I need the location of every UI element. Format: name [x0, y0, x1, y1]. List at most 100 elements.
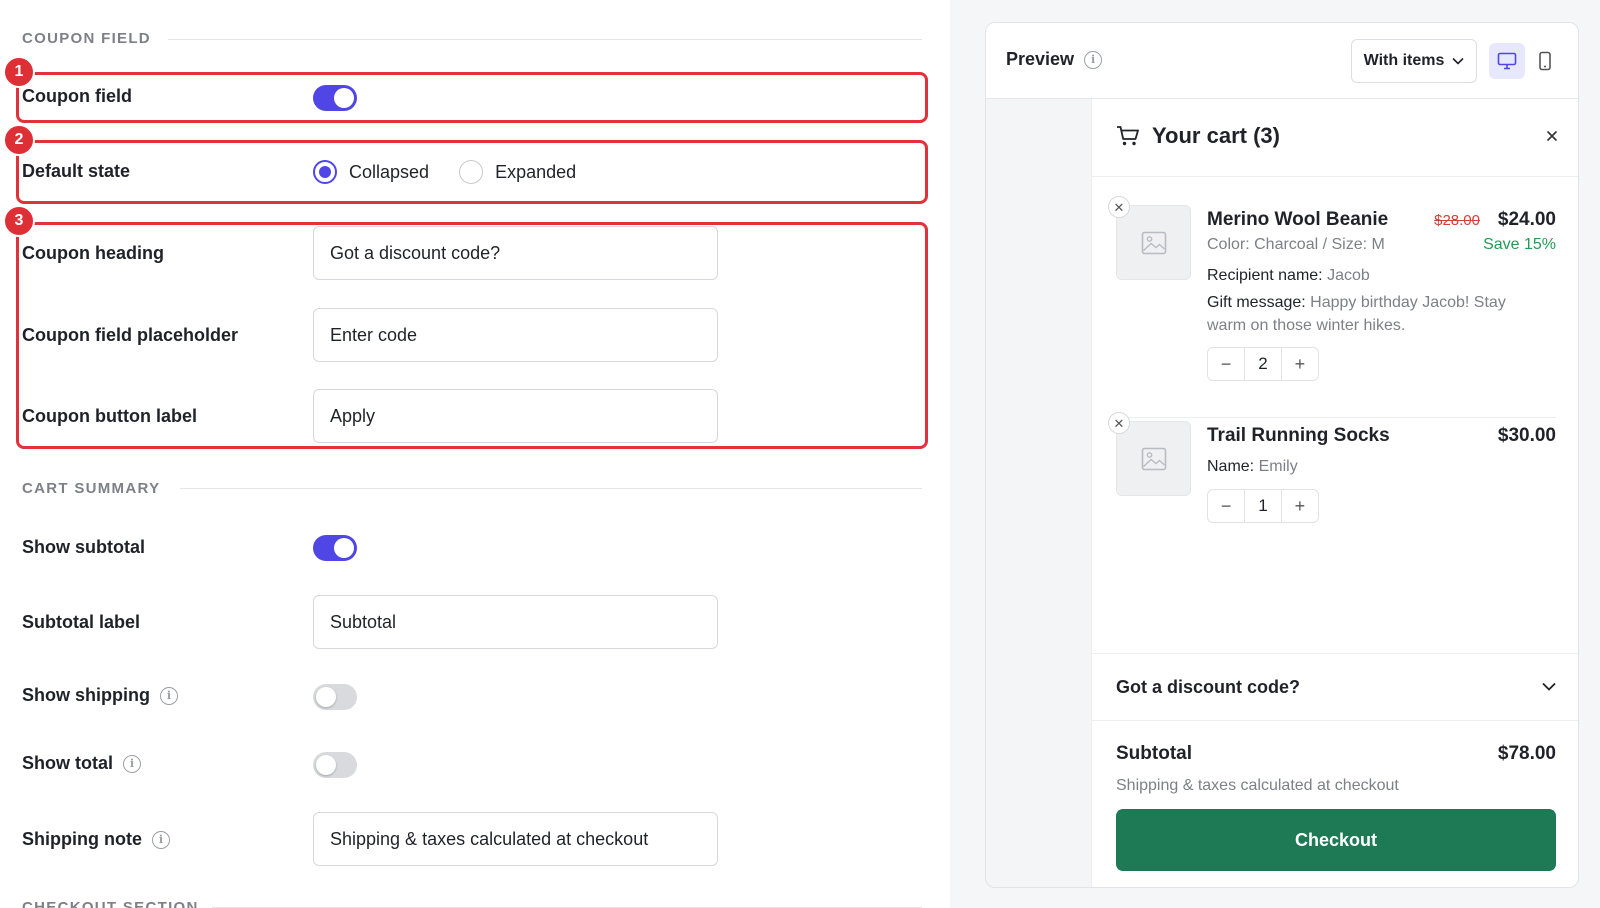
cart-title: Your cart (3) — [1116, 123, 1280, 149]
coupon-field-toggle[interactable] — [313, 85, 357, 111]
preview-title-text: Preview — [1006, 49, 1075, 69]
item-compare-price: $28.00 — [1434, 212, 1480, 229]
quantity-value[interactable]: 1 — [1244, 490, 1282, 522]
cart-icon — [1117, 126, 1139, 146]
property-value: Emily — [1258, 458, 1298, 475]
show-subtotal-label: Show subtotal — [22, 537, 145, 558]
property-key: Recipient name: — [1207, 267, 1323, 284]
radio-expanded[interactable] — [459, 160, 484, 184]
radio-expanded-label[interactable]: Expanded — [495, 162, 576, 183]
mobile-view-button[interactable] — [1527, 43, 1563, 79]
show-total-toggle[interactable] — [313, 752, 357, 778]
show-subtotal-label-text: Show subtotal — [22, 537, 145, 557]
property-value: Jacob — [1327, 267, 1370, 284]
show-total-label-text: Show total — [22, 753, 113, 773]
item-property-name: Name: Emily — [1207, 455, 1537, 478]
cart-shipping-note: Shipping & taxes calculated at checkout — [1116, 777, 1399, 794]
subtotal-label-label-text: Subtotal label — [22, 612, 141, 632]
coupon-field-label: Coupon field — [22, 86, 132, 107]
annotation-badge-2: 2 — [3, 124, 35, 156]
radio-collapsed-label[interactable]: Collapsed — [349, 162, 429, 183]
show-total-label: Show total i — [22, 753, 141, 774]
toggle-knob — [334, 88, 354, 108]
coupon-placeholder-input[interactable] — [313, 308, 718, 362]
info-icon[interactable]: i — [123, 754, 141, 773]
coupon-accordion-heading: Got a discount code? — [1116, 677, 1301, 697]
preview-card: Preview i With items Your cart (3) ✕ Mer… — [985, 22, 1579, 888]
image-icon — [1141, 231, 1166, 254]
property-key: Name: — [1207, 458, 1255, 475]
item-property-gift-message: Gift message: Happy birthday Jacob! Stay… — [1207, 291, 1537, 337]
product-image-placeholder — [1116, 421, 1191, 496]
coupon-placeholder-label: Coupon field placeholder — [22, 325, 238, 346]
show-shipping-label: Show shipping i — [22, 685, 178, 706]
coupon-button-label-label: Coupon button label — [22, 406, 197, 427]
info-icon[interactable]: i — [160, 686, 178, 705]
increase-quantity-button[interactable]: + — [1282, 496, 1318, 517]
coupon-field-label-text: Coupon field — [22, 86, 132, 106]
show-subtotal-toggle[interactable] — [313, 535, 357, 561]
coupon-heading-input[interactable] — [313, 226, 718, 280]
item-save-badge: Save 15% — [1483, 236, 1556, 253]
chevron-down-icon — [1452, 57, 1464, 65]
quantity-value[interactable]: 2 — [1244, 348, 1282, 380]
subtotal-label-input[interactable] — [313, 595, 718, 649]
annotation-badge-3: 3 — [3, 205, 35, 237]
preview-header: Preview i With items — [986, 23, 1578, 99]
coupon-heading-label: Coupon heading — [22, 243, 164, 264]
shipping-note-input[interactable] — [313, 812, 718, 866]
mobile-icon — [1539, 51, 1551, 71]
default-state-label-text: Default state — [22, 161, 131, 181]
show-shipping-toggle[interactable] — [313, 684, 357, 710]
coupon-button-label-label-text: Coupon button label — [22, 406, 197, 426]
desktop-view-button[interactable] — [1489, 43, 1525, 79]
coupon-accordion[interactable]: Got a discount code? — [1092, 653, 1578, 721]
shipping-note-label-text: Shipping note — [22, 829, 142, 849]
section-title-cart-summary: CART SUMMARY — [22, 480, 161, 497]
increase-quantity-button[interactable]: + — [1282, 354, 1318, 375]
desktop-icon — [1497, 52, 1517, 70]
item-price: $24.00 — [1497, 209, 1556, 230]
quantity-stepper: − 2 + — [1207, 347, 1319, 381]
item-variant: Color: Charcoal / Size: M — [1207, 236, 1385, 253]
item-name: Trail Running Socks — [1207, 425, 1390, 446]
settings-panel: COUPON FIELD 1 2 3 Coupon field Default … — [0, 0, 950, 908]
toggle-knob — [316, 755, 336, 775]
image-icon — [1141, 447, 1166, 470]
quantity-stepper: − 1 + — [1207, 489, 1319, 523]
product-image-placeholder — [1116, 205, 1191, 280]
coupon-button-label-input[interactable] — [313, 389, 718, 443]
section-title-checkout-section: CHECKOUT SECTION — [22, 899, 199, 908]
remove-item-icon[interactable]: ✕ — [1108, 412, 1130, 434]
info-icon[interactable]: i — [151, 830, 170, 849]
toggle-knob — [316, 687, 336, 707]
checkout-button[interactable]: Checkout — [1116, 809, 1556, 871]
remove-item-icon[interactable]: ✕ — [1108, 196, 1130, 218]
section-divider — [180, 488, 922, 489]
item-divider — [1116, 417, 1556, 418]
radio-collapsed[interactable] — [313, 160, 337, 184]
cart-header: Your cart (3) — [1092, 99, 1578, 177]
annotation-badge-1: 1 — [3, 56, 35, 88]
subtotal-label-label: Subtotal label — [22, 612, 140, 633]
decrease-quantity-button[interactable]: − — [1208, 354, 1244, 375]
cart-drawer: Your cart (3) ✕ Merino Wool Beanie $28.0… — [1091, 99, 1578, 887]
info-icon[interactable]: i — [1084, 50, 1103, 69]
cart-title-text: Your cart (3) — [1152, 123, 1280, 148]
preview-title: Preview i — [1006, 49, 1103, 70]
section-title-coupon-field: COUPON FIELD — [22, 30, 151, 47]
coupon-heading-label-text: Coupon heading — [22, 243, 164, 263]
shipping-note-label: Shipping note i — [22, 829, 170, 850]
cart-subtotal-label: Subtotal — [1116, 743, 1192, 764]
preview-panel: Preview i With items Your cart (3) ✕ Mer… — [950, 0, 1600, 908]
preview-mode-dropdown[interactable]: With items — [1351, 39, 1477, 83]
default-state-radio-group: Collapsed Expanded — [313, 160, 594, 184]
section-divider — [168, 39, 922, 40]
close-icon[interactable] — [1546, 125, 1558, 148]
toggle-knob — [334, 538, 354, 558]
item-price: $30.00 — [1497, 425, 1556, 446]
decrease-quantity-button[interactable]: − — [1208, 496, 1244, 517]
cart-subtotal-value: $78.00 — [1497, 743, 1556, 764]
property-key: Gift message: — [1207, 294, 1306, 311]
coupon-placeholder-label-text: Coupon field placeholder — [22, 325, 239, 345]
